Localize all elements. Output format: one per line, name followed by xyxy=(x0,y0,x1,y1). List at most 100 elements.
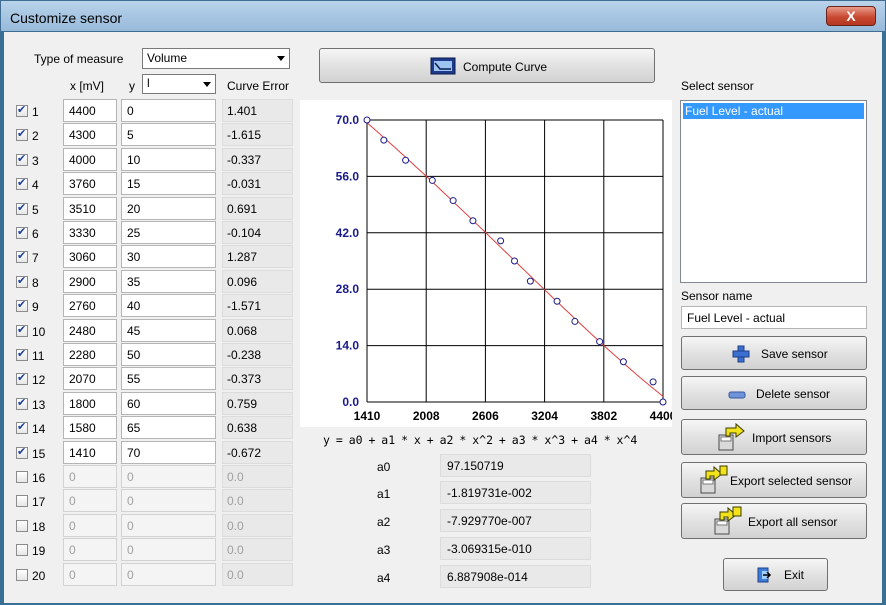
x-value-input[interactable]: 0 xyxy=(63,538,117,561)
curve-error-value: 0.759 xyxy=(222,392,293,415)
curve-error-value: 0.691 xyxy=(222,197,293,220)
row-number: 19 xyxy=(32,544,46,558)
x-column-header: x [mV] xyxy=(70,79,105,93)
row-checkbox[interactable] xyxy=(16,249,28,263)
y-value-input[interactable]: 65 xyxy=(121,416,216,439)
delete-sensor-label: Delete sensor xyxy=(756,387,831,401)
export-all-sensor-label: Export all sensor xyxy=(748,515,838,529)
row-number: 3 xyxy=(32,154,39,168)
y-value-input[interactable]: 0 xyxy=(121,563,216,586)
sensor-list[interactable] xyxy=(680,100,867,283)
plus-icon xyxy=(732,345,750,363)
x-tick-label: 2008 xyxy=(413,409,440,423)
y-value-input[interactable]: 15 xyxy=(121,172,216,195)
row-checkbox[interactable] xyxy=(16,176,28,190)
row-checkbox[interactable] xyxy=(16,274,28,288)
y-value-input[interactable]: 60 xyxy=(121,392,216,415)
row-checkbox[interactable] xyxy=(16,225,28,239)
row-checkbox[interactable] xyxy=(16,544,28,556)
y-value-input[interactable]: 0 xyxy=(121,489,216,512)
x-value-input[interactable]: 4000 xyxy=(63,148,117,171)
x-value-input[interactable]: 4400 xyxy=(63,99,117,122)
x-value-input[interactable]: 2070 xyxy=(63,367,117,390)
compute-curve-button[interactable]: Compute Curve xyxy=(319,48,655,83)
data-point xyxy=(511,257,519,265)
y-value-input[interactable]: 0 xyxy=(121,538,216,561)
row-number: 9 xyxy=(32,300,39,314)
row-checkbox[interactable] xyxy=(16,445,28,459)
row-checkbox[interactable] xyxy=(16,396,28,410)
row-checkbox[interactable] xyxy=(16,323,28,337)
x-value-input[interactable]: 3330 xyxy=(63,221,117,244)
y-value-input[interactable]: 70 xyxy=(121,441,216,464)
curve-error-value: 1.401 xyxy=(222,99,293,122)
row-number: 8 xyxy=(32,276,39,290)
y-value-input[interactable]: 35 xyxy=(121,270,216,293)
curve-error-value: -0.672 xyxy=(222,441,293,464)
x-value-input[interactable]: 0 xyxy=(63,514,117,537)
y-value-input[interactable]: 20 xyxy=(121,197,216,220)
select-sensor-label: Select sensor xyxy=(681,79,754,93)
row-checkbox[interactable] xyxy=(16,298,28,312)
x-value-input[interactable]: 2280 xyxy=(63,343,117,366)
curve-error-value: -0.238 xyxy=(222,343,293,366)
import-icon xyxy=(718,422,745,451)
delete-sensor-button[interactable]: Delete sensor xyxy=(681,376,867,410)
y-value-input[interactable]: 10 xyxy=(121,148,216,171)
data-point xyxy=(596,338,604,346)
row-checkbox[interactable] xyxy=(16,520,28,532)
y-value-input[interactable]: 30 xyxy=(121,245,216,268)
row-checkbox[interactable] xyxy=(16,152,28,166)
sensor-list-item[interactable]: Fuel Level - actual xyxy=(683,103,864,119)
y-value-input[interactable]: 55 xyxy=(121,367,216,390)
row-checkbox[interactable] xyxy=(16,569,28,581)
row-checkbox[interactable] xyxy=(16,127,28,141)
export-selected-sensor-button[interactable]: Export selected sensor xyxy=(681,462,867,498)
row-number: 7 xyxy=(32,251,39,265)
x-value-input[interactable]: 1410 xyxy=(63,441,117,464)
row-checkbox[interactable] xyxy=(16,495,28,507)
row-number: 6 xyxy=(32,227,39,241)
x-value-input[interactable]: 1580 xyxy=(63,416,117,439)
export-all-sensor-button[interactable]: Export all sensor xyxy=(681,503,867,539)
row-number: 10 xyxy=(32,325,46,339)
row-checkbox[interactable] xyxy=(16,347,28,361)
coefficient-value: -1.819731e-002 xyxy=(440,481,591,504)
exit-label: Exit xyxy=(784,568,805,582)
close-button[interactable]: X xyxy=(826,6,876,26)
x-value-input[interactable]: 3760 xyxy=(63,172,117,195)
y-value-input[interactable]: 5 xyxy=(121,123,216,146)
data-point xyxy=(428,176,436,184)
y-value-input[interactable]: 0 xyxy=(121,514,216,537)
row-checkbox[interactable] xyxy=(16,471,28,483)
y-value-input[interactable]: 25 xyxy=(121,221,216,244)
x-value-input[interactable]: 1800 xyxy=(63,392,117,415)
x-value-input[interactable]: 3510 xyxy=(63,197,117,220)
save-sensor-button[interactable]: Save sensor xyxy=(681,336,867,370)
row-checkbox[interactable] xyxy=(16,420,28,434)
measure-type-select[interactable]: Volume xyxy=(142,48,290,69)
x-value-input[interactable]: 0 xyxy=(63,563,117,586)
x-value-input[interactable]: 3060 xyxy=(63,245,117,268)
row-checkbox[interactable] xyxy=(16,201,28,215)
x-value-input[interactable]: 2480 xyxy=(63,319,117,342)
x-value-input[interactable]: 4300 xyxy=(63,123,117,146)
x-value-input[interactable]: 0 xyxy=(63,489,117,512)
import-sensors-button[interactable]: Import sensors xyxy=(681,419,867,455)
y-value-input[interactable]: 45 xyxy=(121,319,216,342)
row-checkbox[interactable] xyxy=(16,103,28,117)
y-value-input[interactable]: 40 xyxy=(121,294,216,317)
row-number: 18 xyxy=(32,520,46,534)
y-value-input[interactable]: 0 xyxy=(121,465,216,488)
y-value-input[interactable]: 0 xyxy=(121,99,216,122)
x-value-input[interactable]: 2760 xyxy=(63,294,117,317)
y-value-input[interactable]: 50 xyxy=(121,343,216,366)
data-point xyxy=(363,116,371,124)
x-value-input[interactable]: 0 xyxy=(63,465,117,488)
row-checkbox[interactable] xyxy=(16,371,28,385)
sensor-name-input[interactable]: Fuel Level - actual xyxy=(681,306,867,329)
sensor-name-label: Sensor name xyxy=(681,289,753,303)
x-value-input[interactable]: 2900 xyxy=(63,270,117,293)
y-unit-select[interactable]: l xyxy=(142,74,216,94)
exit-button[interactable]: Exit xyxy=(723,558,828,591)
